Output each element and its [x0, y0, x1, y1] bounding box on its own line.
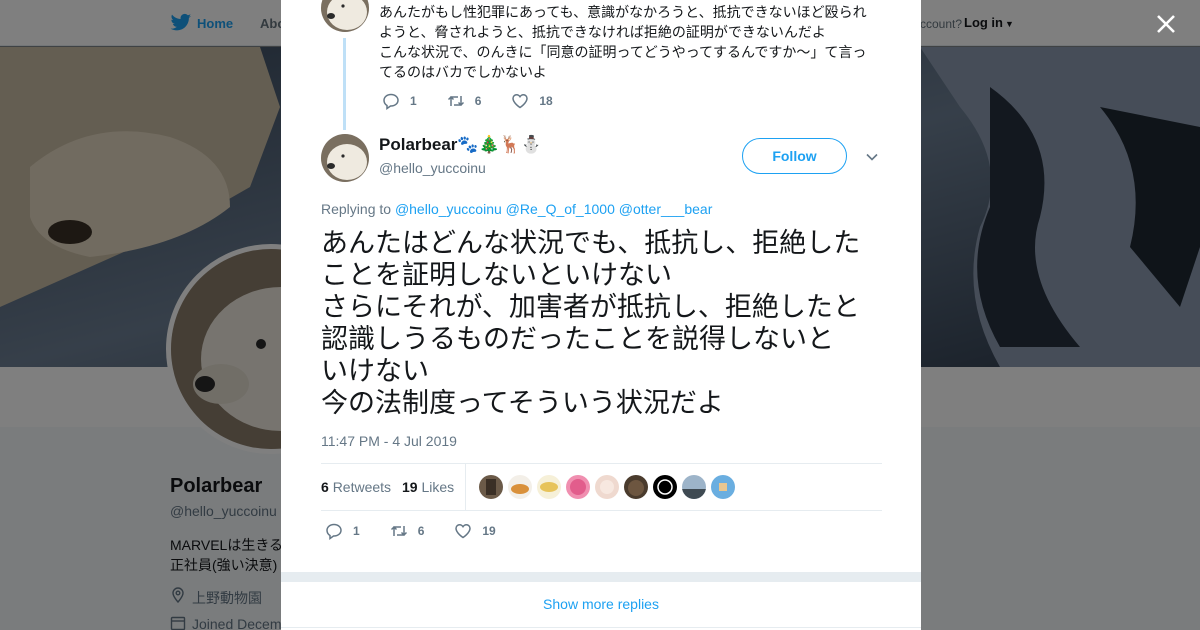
author-avatar[interactable]	[321, 134, 369, 182]
previous-tweet-line: ようと、脅されようと、抵抗できなければ拒絶の証明ができないんだよ	[379, 24, 826, 40]
tweet-text-line: 認識しうるものだったことを説得しないと	[321, 324, 834, 354]
retweet-count: 6	[474, 94, 482, 108]
chevron-down-icon[interactable]	[865, 150, 879, 164]
replying-to-line: Replying to @hello_yuccoinu @Re_Q_of_100…	[321, 201, 712, 217]
reply-button[interactable]: 1	[325, 522, 360, 540]
liker-avatar[interactable]	[537, 475, 561, 499]
likes-stat[interactable]: 19 Likes	[402, 479, 454, 495]
reply-count: 1	[353, 524, 360, 538]
mention-link[interactable]: @Re_Q_of_1000	[506, 201, 615, 217]
author-handle[interactable]: @hello_yuccoinu	[379, 160, 486, 176]
tweet-text: あんたはどんな状況でも、抵抗し、拒絶した ことを証明しないといけない さらにそれ…	[321, 227, 886, 419]
liker-avatar[interactable]	[624, 475, 648, 499]
previous-tweet-avatar[interactable]	[321, 0, 369, 32]
tweet-text-line: いけない	[321, 356, 429, 386]
tweet-stats: 6 Retweets 19 Likes	[321, 463, 882, 511]
likes-label: Likes	[421, 479, 455, 495]
previous-tweet-actions: 1 6 18	[382, 92, 583, 110]
previous-tweet-line: こんな状況で、のんきに「同意の証明ってどうやってするんですか〜」て言っ	[379, 44, 867, 60]
liker-avatar[interactable]	[711, 475, 735, 499]
tweet-text-line: あんたはどんな状況でも、抵抗し、拒絶した	[321, 228, 861, 258]
liker-avatar[interactable]	[595, 475, 619, 499]
tweet-actions: 1 6 19	[325, 522, 526, 540]
tweet-permalink-modal: あんたがもし性犯罪にあっても、意識がなかろうと、抵抗できないほど殴られ ようと、…	[281, 0, 921, 630]
liker-avatar[interactable]	[508, 475, 532, 499]
show-more-replies-button[interactable]: Show more replies	[281, 582, 921, 628]
retweets-stat[interactable]: 6 Retweets	[321, 479, 391, 495]
liker-avatar[interactable]	[566, 475, 590, 499]
retweets-label: Retweets	[332, 479, 392, 495]
tweet-text-line: ことを証明しないといけない	[321, 260, 672, 290]
replying-to-label: Replying to	[321, 201, 392, 217]
author-name[interactable]: Polarbear🐾🎄🦌⛄	[379, 135, 542, 155]
heart-icon	[455, 523, 472, 539]
previous-tweet-text: あんたがもし性犯罪にあっても、意識がなかろうと、抵抗できないほど殴られ ようと、…	[379, 2, 879, 82]
mention-link[interactable]: @otter___bear	[619, 201, 713, 217]
previous-tweet-line: あんたがもし性犯罪にあっても、意識がなかろうと、抵抗できないほど殴られ	[379, 4, 867, 20]
stats-divider	[465, 464, 466, 510]
reply-icon	[326, 523, 342, 540]
liker-avatars	[479, 475, 740, 499]
thread-connector-line	[343, 38, 346, 130]
retweet-icon	[390, 525, 407, 537]
retweet-button[interactable]: 6	[447, 92, 482, 110]
liker-avatar[interactable]	[653, 475, 677, 499]
tweet-text-line: さらにそれが、加害者が抵抗し、拒絶したと	[321, 292, 860, 322]
tweet-timestamp[interactable]: 11:47 PM - 4 Jul 2019	[321, 433, 457, 449]
tweet-text-line: 今の法制度ってそういう状況だよ	[321, 388, 724, 418]
liker-avatar[interactable]	[682, 475, 706, 499]
like-count: 18	[539, 94, 553, 108]
retweet-icon	[447, 95, 464, 107]
heart-icon	[512, 93, 529, 109]
reply-count: 1	[410, 94, 417, 108]
close-icon[interactable]	[1154, 12, 1178, 36]
reply-button[interactable]: 1	[382, 92, 417, 110]
likes-count: 19	[402, 479, 418, 495]
reply-icon	[383, 93, 399, 110]
follow-button[interactable]: Follow	[742, 138, 847, 174]
retweet-count: 6	[417, 524, 425, 538]
previous-tweet-line: てるのはバカでしかないよ	[379, 64, 547, 80]
mention-link[interactable]: @hello_yuccoinu	[395, 201, 502, 217]
like-count: 19	[482, 524, 496, 538]
retweets-count: 6	[321, 479, 329, 495]
liker-avatar[interactable]	[479, 475, 503, 499]
like-button[interactable]: 18	[511, 92, 553, 110]
like-button[interactable]: 19	[454, 522, 496, 540]
replies-separator	[281, 572, 921, 582]
retweet-button[interactable]: 6	[390, 522, 425, 540]
